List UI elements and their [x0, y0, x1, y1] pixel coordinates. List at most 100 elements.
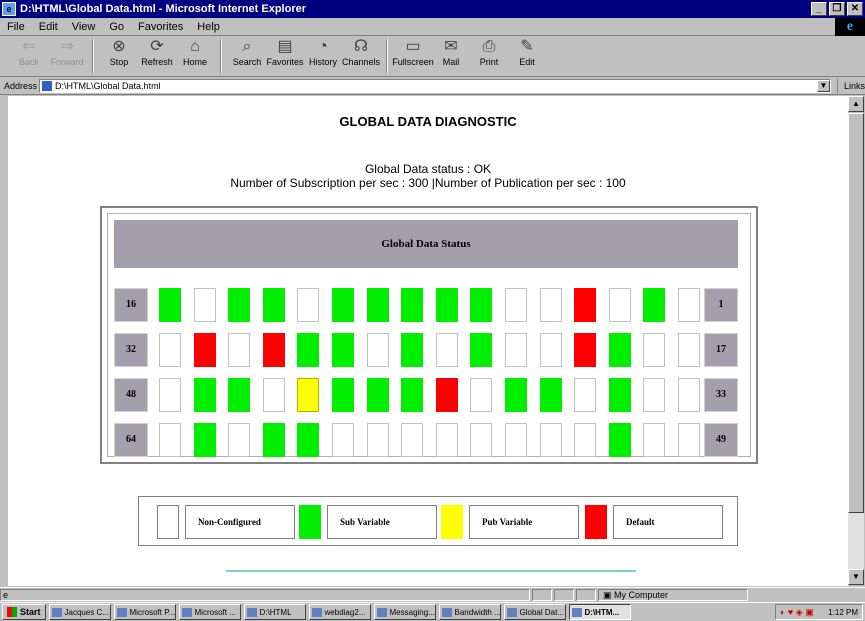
tray-icons[interactable]: ◐ ♥ ◈ ▣ [776, 607, 828, 618]
variable-cell [159, 378, 181, 412]
taskbar-button[interactable]: Microsoft ... [178, 604, 241, 620]
panel-title: Global Data Status [114, 220, 738, 268]
status-panel: Global Data Status 16 1 32 17 48 33 64 49 [100, 206, 758, 464]
menu-help[interactable]: Help [190, 21, 227, 33]
address-label: Address [4, 81, 38, 91]
zone-label: My Computer [614, 589, 669, 600]
toolbar-label: Channels [341, 57, 381, 67]
legend-label: Non-Configured [185, 505, 295, 539]
scroll-thumb[interactable] [848, 113, 864, 513]
toolbar-separator [220, 39, 222, 73]
app-icon [571, 607, 582, 617]
variable-cell [159, 288, 181, 322]
ie-app-icon[interactable]: e [2, 2, 16, 16]
refresh-button[interactable]: ⟳ Refresh [138, 37, 176, 75]
variable-cell [366, 333, 389, 367]
variable-cell [262, 423, 285, 457]
taskbar-button[interactable]: Global Dat... [503, 604, 566, 620]
search-button[interactable]: ⌕ Search [228, 37, 266, 75]
variable-cell [470, 378, 493, 412]
variable-cell [193, 288, 216, 322]
address-input[interactable]: D:\HTML\Global Data.html ▼ [39, 79, 831, 93]
minimize-button[interactable]: _ [811, 2, 827, 16]
scroll-track[interactable] [848, 513, 864, 569]
window-title: D:\HTML\Global Data.html - Microsoft Int… [20, 3, 307, 15]
row-start-index: 32 [114, 333, 148, 367]
variable-cell [574, 333, 597, 367]
row-end-index: 49 [704, 423, 738, 457]
taskbar-label: Microsoft ... [194, 607, 236, 617]
restore-button[interactable]: ❐ [829, 2, 845, 16]
row-start-index: 48 [114, 378, 148, 412]
task-list: Jacques C... Microsoft P... Microsoft ... D… [46, 604, 631, 620]
print-button[interactable]: ⎙ Print [470, 37, 508, 75]
taskbar-label: Messaging... [389, 607, 435, 617]
page-icon [42, 81, 53, 91]
links-button[interactable]: Links [836, 79, 865, 93]
menu-bar: File Edit View Go Favorites Help e [0, 17, 865, 36]
taskbar-label: Microsoft P... [129, 607, 176, 617]
menu-view[interactable]: View [65, 21, 103, 33]
page-done-icon: e [3, 589, 9, 600]
mail-button[interactable]: ✉ Mail [432, 37, 470, 75]
scroll-down-icon[interactable]: ▼ [848, 569, 864, 585]
taskbar-button[interactable]: Microsoft P... [113, 604, 176, 620]
variable-cell [505, 333, 527, 367]
variable-cell [470, 423, 493, 457]
close-button[interactable]: ✕ [847, 2, 863, 16]
variable-cell [297, 333, 320, 367]
toolbar-separator [92, 39, 94, 73]
page-content: GLOBAL DATA DIAGNOSTIC Global Data statu… [8, 96, 848, 586]
home-button[interactable]: ⌂ Home [176, 37, 214, 75]
taskbar-button[interactable]: Messaging... [373, 604, 436, 620]
address-value: D:\HTML\Global Data.html [55, 81, 161, 91]
taskbar-label: D:\HTML [259, 607, 292, 617]
variable-cell [332, 378, 354, 412]
variable-cell [574, 378, 597, 412]
taskbar-button[interactable]: Jacques C... [48, 604, 111, 620]
grid-row: 16 1 [114, 288, 738, 324]
toolbar-label: Favorites [266, 57, 304, 67]
variable-cell [678, 378, 700, 412]
forward-button[interactable]: ⇒ Forward [48, 37, 86, 75]
taskbar-button[interactable]: D:\HTM... [568, 604, 631, 620]
variable-cell [539, 423, 562, 457]
variable-cell [470, 333, 493, 367]
app-icon [311, 607, 322, 617]
variable-cell [228, 423, 251, 457]
variable-cell [401, 288, 424, 322]
chevron-down-icon[interactable]: ▼ [816, 80, 830, 92]
fullscreen-button[interactable]: ▭ Fullscreen [392, 37, 434, 75]
stop-button[interactable]: ⊗ Stop [100, 37, 138, 75]
taskbar-button[interactable]: D:\HTML [243, 604, 306, 620]
computer-icon: ▣ [603, 589, 612, 600]
vertical-scrollbar[interactable]: ▲ ▼ [848, 96, 865, 586]
variable-cell [159, 333, 181, 367]
print-icon: ⎙ [482, 38, 496, 55]
taskbar-button[interactable]: Bandwidth ... [438, 604, 501, 620]
history-button[interactable]: ◔ History [304, 37, 342, 75]
variable-cell [678, 288, 700, 322]
back-button[interactable]: ⇐ Back [10, 37, 48, 75]
row-end-index: 17 [704, 333, 738, 367]
toolbar-label: Fullscreen [392, 57, 434, 67]
menu-file[interactable]: File [0, 21, 32, 33]
channels-button[interactable]: ☊ Channels [342, 37, 380, 75]
menu-go[interactable]: Go [102, 21, 131, 33]
title-bar: e D:\HTML\Global Data.html - Microsoft I… [0, 0, 865, 18]
home-icon: ⌂ [190, 38, 200, 55]
edit-button[interactable]: ✎ Edit [508, 37, 546, 75]
favorites-button[interactable]: ▤ Favorites [266, 37, 304, 75]
start-label: Start [20, 607, 41, 617]
taskbar-label: D:\HTM... [584, 607, 620, 617]
menu-favorites[interactable]: Favorites [131, 21, 190, 33]
menu-edit[interactable]: Edit [32, 21, 65, 33]
variable-cell [505, 288, 527, 322]
variable-cell [435, 333, 458, 367]
variable-cell [643, 423, 666, 457]
scroll-up-icon[interactable]: ▲ [848, 96, 864, 112]
start-button[interactable]: Start [2, 604, 46, 620]
divider [226, 570, 636, 572]
page-title: GLOBAL DATA DIAGNOSTIC [339, 114, 517, 129]
taskbar-button[interactable]: webdiag2... [308, 604, 371, 620]
